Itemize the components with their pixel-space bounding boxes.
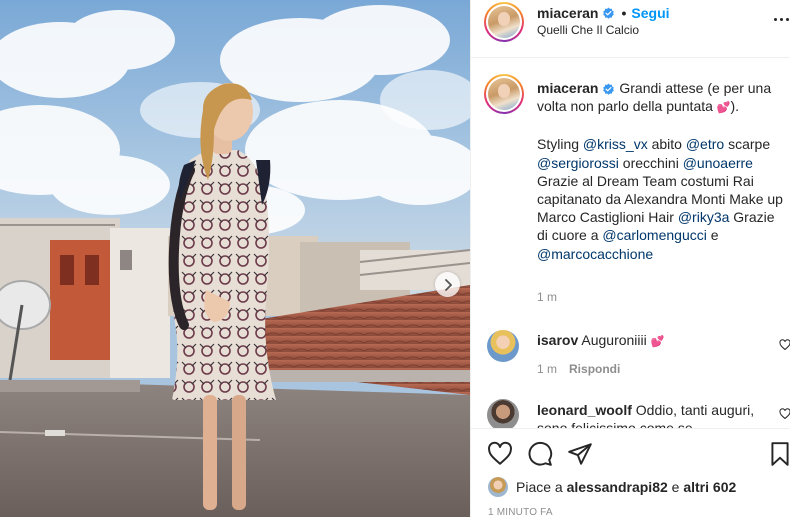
comment-body: isarov Auguroniiii 💕 xyxy=(537,332,664,348)
commenter-avatar[interactable] xyxy=(487,330,519,362)
liker-username-link[interactable]: alessandrapi82 xyxy=(567,479,668,495)
comments-list[interactable]: miaceran Grandi attese (e per una volta … xyxy=(471,58,790,428)
comment-text: Auguroniiii xyxy=(581,332,647,348)
verified-badge-icon xyxy=(603,83,615,95)
post-caption: miaceran Grandi attese (e per una volta … xyxy=(537,79,789,263)
commenter-username-link[interactable]: isarov xyxy=(537,332,578,348)
commenter-username-link[interactable]: leonard_woolf xyxy=(537,402,632,418)
author-username-link[interactable]: miaceran xyxy=(537,5,598,21)
caption-timestamp[interactable]: 1 m xyxy=(537,290,557,304)
comment-icon[interactable] xyxy=(527,441,553,467)
instagram-post: miaceran • Segui Quelli Che Il Calcio mi… xyxy=(0,0,790,517)
mention-kriss-vx[interactable]: @kriss_vx xyxy=(583,136,648,152)
rooftop-photo-illustration xyxy=(0,0,470,517)
share-icon[interactable] xyxy=(567,441,593,467)
post-photo[interactable] xyxy=(0,0,470,517)
more-options-icon[interactable] xyxy=(773,16,789,24)
heart-icon[interactable] xyxy=(487,441,513,467)
comment-meta: 1 m Rispondi xyxy=(537,362,620,376)
likes-middle: e xyxy=(671,479,680,495)
mention-carlomengucci[interactable]: @carlomengucci xyxy=(602,227,706,243)
follow-button[interactable]: Segui xyxy=(631,5,669,21)
post-timestamp[interactable]: 1 MINUTO FA xyxy=(488,507,553,517)
likes-prefix: Piace a xyxy=(516,479,563,495)
caption-username-link[interactable]: miaceran xyxy=(537,80,598,96)
mention-marcocacchione[interactable]: @marcocacchione xyxy=(537,246,653,262)
post-header: miaceran • Segui Quelli Che Il Calcio xyxy=(471,0,790,58)
location-link[interactable]: Quelli Che Il Calcio xyxy=(537,23,639,37)
scarpe-label: scarpe xyxy=(728,136,771,153)
caption-text-end: ). xyxy=(730,98,740,115)
comment-like-heart-icon[interactable] xyxy=(779,408,790,420)
hearts-emoji: 💕 xyxy=(716,102,731,115)
comment-text: Oddio, tanti xyxy=(635,402,708,418)
header-separator: • xyxy=(621,5,627,21)
next-photo-button[interactable] xyxy=(435,272,460,297)
liker-avatar[interactable] xyxy=(488,477,508,497)
comment-timestamp[interactable]: 1 m xyxy=(537,362,557,376)
author-avatar[interactable] xyxy=(484,2,524,42)
likes-others-link[interactable]: altri 602 xyxy=(683,479,736,495)
and-word: e xyxy=(710,227,719,244)
comment-body: leonard_woolf Oddio, tanti auguri, sono … xyxy=(537,401,767,428)
bookmark-icon[interactable] xyxy=(767,441,790,467)
styling-label: Styling xyxy=(537,136,580,153)
likes-summary: Piace a alessandrapi82 e altri 602 xyxy=(488,477,736,497)
mention-sergiorossi[interactable]: @sergiorossi xyxy=(537,155,619,171)
author-line: miaceran • Segui xyxy=(537,5,670,21)
mention-unoaerre[interactable]: @unoaerre xyxy=(683,155,753,171)
post-actions: Piace a alessandrapi82 e altri 602 1 MIN… xyxy=(471,428,790,517)
comment-like-heart-icon[interactable] xyxy=(779,339,790,351)
post-side-panel: miaceran • Segui Quelli Che Il Calcio mi… xyxy=(470,0,790,517)
hearts-emoji: 💕 xyxy=(650,336,665,348)
mention-riky3a[interactable]: @riky3a xyxy=(678,209,730,225)
caption-author-avatar[interactable] xyxy=(484,74,524,114)
verified-badge-icon xyxy=(603,7,615,19)
reply-button[interactable]: Rispondi xyxy=(569,362,620,376)
orecchini-label: orecchini xyxy=(622,154,679,171)
commenter-avatar[interactable] xyxy=(487,399,519,428)
chevron-right-icon xyxy=(444,278,452,291)
abito-label: abito xyxy=(651,136,682,153)
mention-etro[interactable]: @etro xyxy=(686,136,724,152)
